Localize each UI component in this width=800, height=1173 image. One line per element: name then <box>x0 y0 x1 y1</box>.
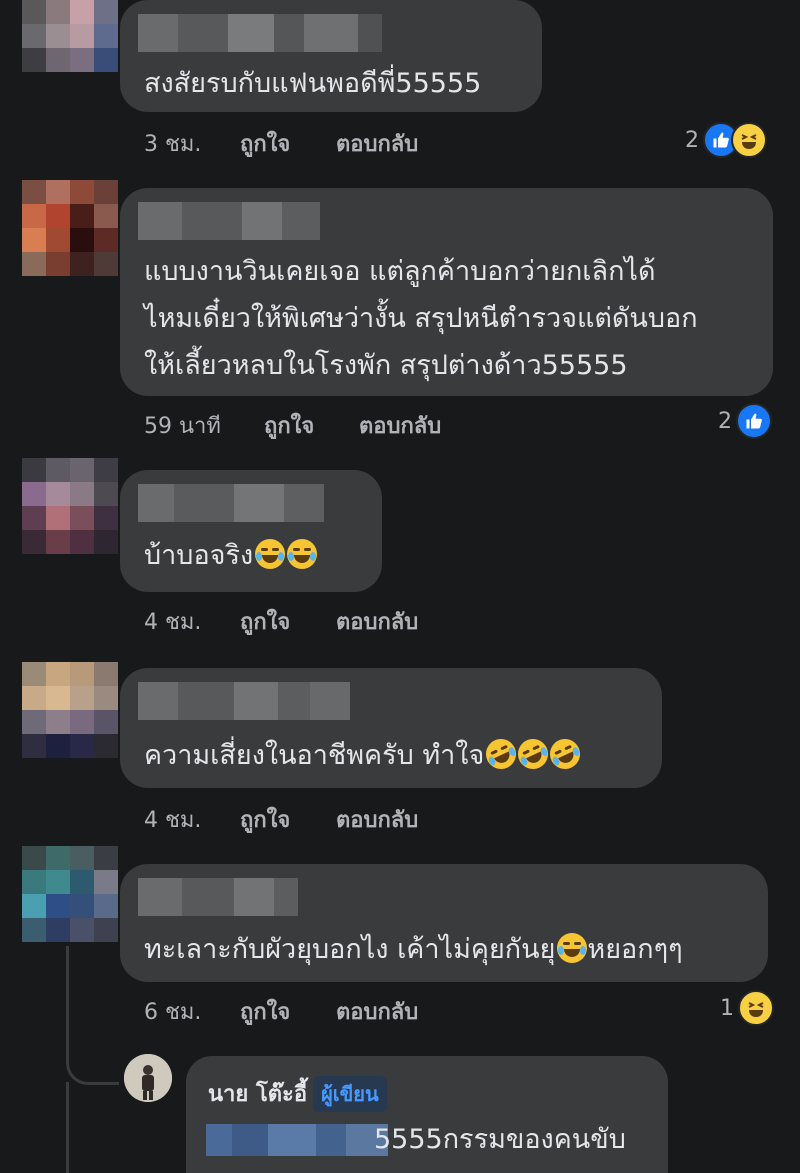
haha-icon <box>738 990 774 1026</box>
blurred-commenter-name <box>138 202 320 240</box>
commenter-avatar[interactable] <box>22 846 118 942</box>
like-button[interactable]: ถูกใจ <box>240 994 290 1029</box>
reaction-summary[interactable]: 2 <box>718 403 772 439</box>
reply-button[interactable]: ตอบกลับ <box>336 802 418 837</box>
joy-emoji <box>557 933 588 963</box>
commenter-avatar[interactable] <box>22 662 118 758</box>
like-button[interactable]: ถูกใจ <box>264 408 314 443</box>
commenter-avatar[interactable] <box>22 180 118 276</box>
comment-text-line: แบบงานวินเคยเจอ แต่ลูกค้าบอกว่ายกเลิกได้ <box>144 256 656 287</box>
comment-time[interactable]: 3 ชม. <box>144 126 201 161</box>
comment-time[interactable]: 4 ชม. <box>144 802 201 837</box>
like-button[interactable]: ถูกใจ <box>240 126 290 161</box>
reply-author-name[interactable]: นาย โต๊ะอี้ <box>208 1082 307 1107</box>
haha-icon <box>731 122 767 158</box>
reaction-count: 2 <box>718 408 732 434</box>
comment-text-content: บ้าบอจริง <box>144 540 254 571</box>
like-icon <box>736 403 772 439</box>
blurred-commenter-name <box>138 682 350 720</box>
reply-thread-connector <box>66 1050 119 1085</box>
comment-text: ทะเลาะกับผัวยุบอกไง เค้าไม่คุยกันยุ หยอกๆ… <box>144 926 683 973</box>
comment-text-line: ให้เลี้ยวหลบในโรงพัก สรุปต่างด้าว55555 <box>144 350 628 381</box>
reply-thread-line <box>66 946 69 1050</box>
joy-emoji <box>287 539 318 569</box>
reply-author-row: นาย โต๊ะอี้ ผู้เขียน <box>208 1076 387 1112</box>
comment-time[interactable]: 59 นาที <box>144 408 221 443</box>
comment-bubble: ทะเลาะกับผัวยุบอกไง เค้าไม่คุยกันยุ หยอกๆ… <box>120 864 768 982</box>
comment-time[interactable]: 6 ชม. <box>144 994 201 1029</box>
author-badge: ผู้เขียน <box>313 1076 387 1112</box>
author-avatar[interactable] <box>124 1054 172 1102</box>
reaction-count: 2 <box>685 127 699 153</box>
comment-text: ความเสี่ยงในอาชีพครับ ทำใจ <box>144 732 586 779</box>
comment-text-line: ไหมเดี๋ยวให้พิเศษว่างั้น สรุปหนีตำรวจแต่… <box>144 303 698 334</box>
reply-thread-line <box>66 1082 69 1173</box>
comment-time[interactable]: 4 ชม. <box>144 604 201 639</box>
comment-text-content: หยอกๆๆ <box>587 934 683 965</box>
reply-bubble: นาย โต๊ะอี้ ผู้เขียน 5555กรรมของคนขับ <box>186 1056 668 1173</box>
comment-bubble: แบบงานวินเคยเจอ แต่ลูกค้าบอกว่ายกเลิกได้… <box>120 188 773 396</box>
comment-bubble: สงสัยรบกับแฟนพอดีพี่55555 <box>120 0 542 112</box>
blurred-commenter-name <box>138 14 382 52</box>
commenter-avatar[interactable] <box>22 458 118 554</box>
rofl-emoji <box>481 734 522 774</box>
reaction-count: 1 <box>720 995 734 1021</box>
blurred-commenter-name <box>138 878 298 916</box>
commenter-avatar[interactable] <box>22 0 118 96</box>
comment-text: บ้าบอจริง <box>144 532 318 579</box>
reaction-summary[interactable]: 2 <box>685 122 767 158</box>
comment-bubble: ความเสี่ยงในอาชีพครับ ทำใจ <box>120 668 662 788</box>
like-button[interactable]: ถูกใจ <box>240 604 290 639</box>
reply-button[interactable]: ตอบกลับ <box>336 994 418 1029</box>
like-button[interactable]: ถูกใจ <box>240 802 290 837</box>
comment-bubble: บ้าบอจริง <box>120 470 382 592</box>
comment-text: สงสัยรบกับแฟนพอดีพี่55555 <box>144 68 482 99</box>
comment-text-content: ความเสี่ยงในอาชีพครับ ทำใจ <box>144 740 485 771</box>
reaction-summary[interactable]: 1 <box>720 990 774 1026</box>
blurred-tagged-name <box>206 1124 388 1156</box>
reply-button[interactable]: ตอบกลับ <box>336 604 418 639</box>
reply-text: 5555กรรมของคนขับ <box>374 1124 626 1155</box>
rofl-emoji <box>513 734 554 774</box>
rofl-emoji <box>545 734 586 774</box>
blurred-commenter-name <box>138 484 324 522</box>
reply-button[interactable]: ตอบกลับ <box>336 126 418 161</box>
reply-button[interactable]: ตอบกลับ <box>359 408 441 443</box>
comment-text-content: ทะเลาะกับผัวยุบอกไง เค้าไม่คุยกันยุ <box>144 934 556 965</box>
joy-emoji <box>255 539 286 569</box>
